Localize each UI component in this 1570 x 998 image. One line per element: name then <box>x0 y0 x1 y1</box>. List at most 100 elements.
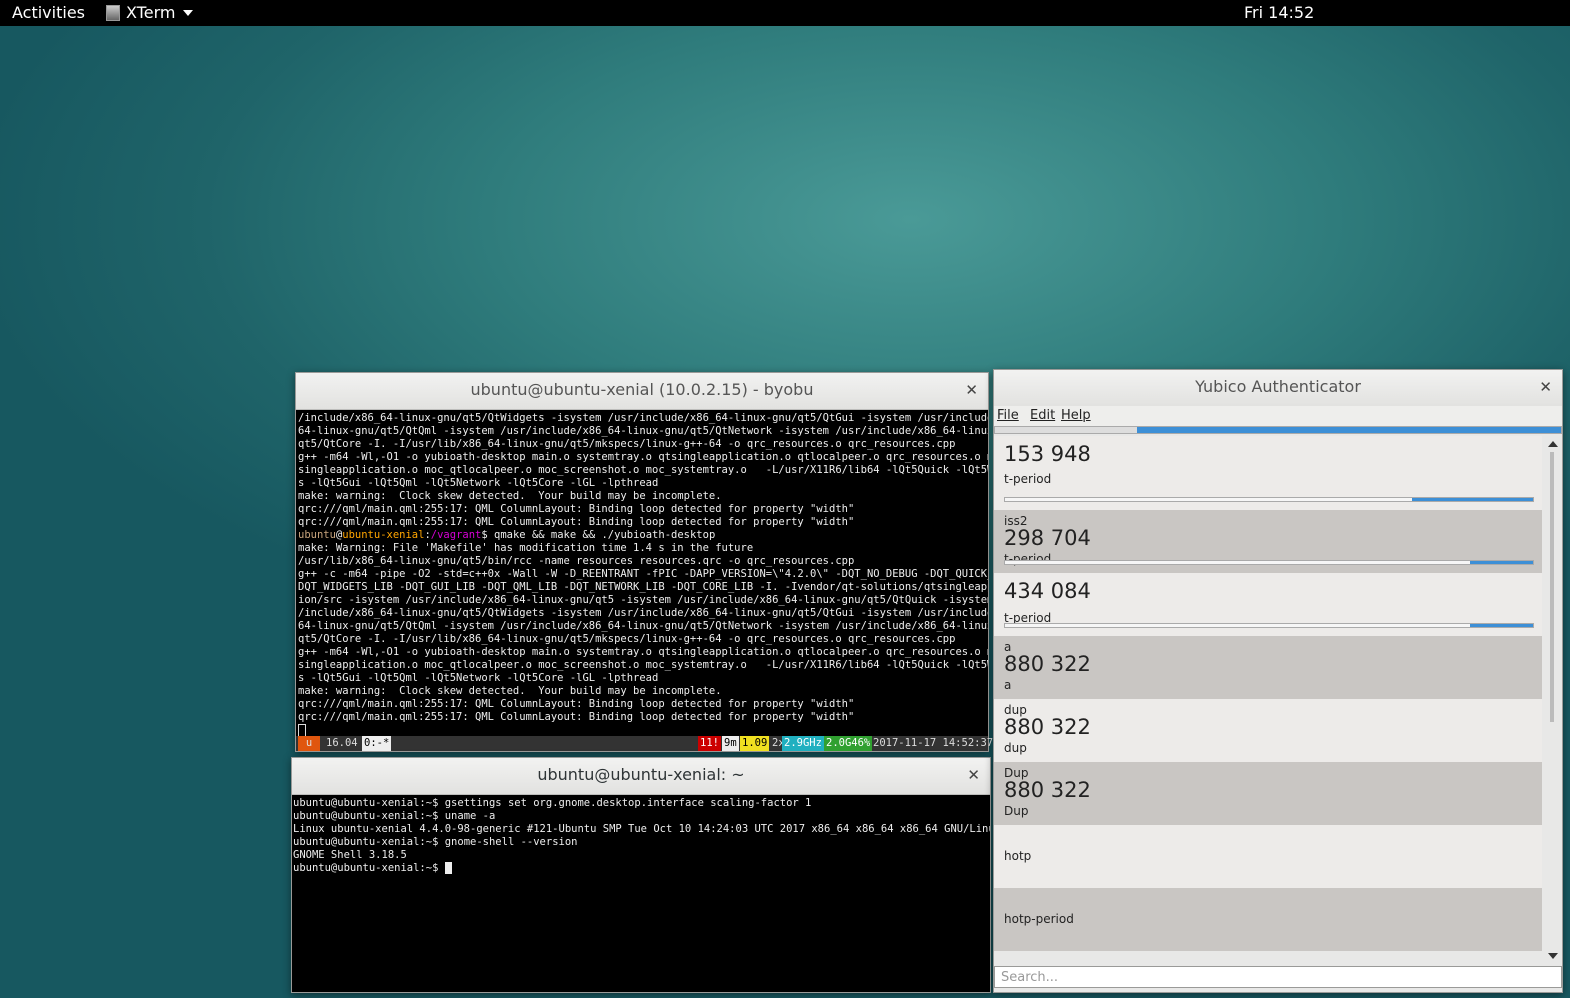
progress-fill <box>1469 561 1533 564</box>
clock[interactable]: Fri 14:52 <box>1244 3 1314 22</box>
credential-timer-progress <box>1004 497 1534 502</box>
terminal-line: singleapplication.o moc_qtlocalpeer.o mo… <box>298 464 988 476</box>
credential-item[interactable]: a 880 322 a <box>994 636 1542 699</box>
scroll-down-icon[interactable] <box>1548 953 1558 959</box>
status-cpu-freq: 2.9GHz <box>782 736 824 751</box>
chevron-down-icon <box>183 9 194 16</box>
terminal-line: DQT_WIDGETS_LIB -DQT_GUI_LIB -DQT_QML_LI… <box>298 581 988 593</box>
credential-code: 880 322 <box>1004 778 1091 802</box>
terminal-line: /include/x86_64-linux-gnu/qt5/QtWidgets … <box>298 607 988 619</box>
activities-button[interactable]: Activities <box>12 3 85 22</box>
terminal-line: Linux ubuntu-xenial 4.4.0-98-generic #12… <box>293 823 990 836</box>
status-memory: 9m <box>722 736 739 751</box>
terminal-line: ubuntu@ubuntu-xenial:~$ gsettings set or… <box>293 797 990 810</box>
terminal-output[interactable]: /include/x86_64-linux-gnu/qt5/QtWidgets … <box>296 410 988 739</box>
output: GNOME Shell 3.18.5 <box>293 849 407 861</box>
prompt: ubuntu@ubuntu-xenial:~$ <box>293 797 439 809</box>
terminal-line: make: warning: Clock skew detected. Your… <box>298 490 722 502</box>
window-titlebar[interactable]: ubuntu@ubuntu-xenial (10.0.2.15) - byobu… <box>296 373 988 410</box>
menu-file[interactable]: File <box>997 408 1019 423</box>
terminal-line: ubuntu@ubuntu-xenial:/vagrant$ qmake && … <box>298 529 988 542</box>
terminal-line: s -lQt5Gui -lQt5Qml -lQt5Network -lQt5Co… <box>298 672 659 684</box>
progress-fill <box>1411 498 1533 501</box>
home-terminal-window[interactable]: ubuntu@ubuntu-xenial: ~ ✕ ubuntu@ubuntu-… <box>291 757 991 993</box>
credential-timer-progress <box>1004 560 1534 565</box>
credential-item[interactable]: Dup 880 322 Dup <box>994 762 1542 825</box>
terminal-line: qrc:///qml/main.qml:255:17: QML ColumnLa… <box>298 516 855 528</box>
terminal-line: s -lQt5Gui -lQt5Qml -lQt5Network -lQt5Co… <box>298 477 659 489</box>
output: Linux ubuntu-xenial 4.4.0-98-generic #12… <box>293 823 990 835</box>
credential-item[interactable]: hotp <box>994 825 1542 888</box>
terminal-line: 64-linux-gnu/qt5/QtQml -isystem /usr/inc… <box>298 425 988 437</box>
menu-help[interactable]: Help <box>1061 408 1091 423</box>
top-bar: Activities XTerm Fri 14:52 <box>0 0 1570 26</box>
terminal-line: qrc:///qml/main.qml:255:17: QML ColumnLa… <box>298 698 855 710</box>
yubico-authenticator-window[interactable]: Yubico Authenticator ✕ File Edit Help 15… <box>993 369 1563 993</box>
close-icon[interactable]: ✕ <box>965 373 978 407</box>
credential-item[interactable]: dup 880 322 dup <box>994 699 1542 762</box>
terminal-line: qrc:///qml/main.qml:255:17: QML ColumnLa… <box>298 711 855 723</box>
prompt: ubuntu@ubuntu-xenial:~$ <box>293 810 439 822</box>
credential-item[interactable]: hotp-period <box>994 888 1542 951</box>
status-load: 1.09 <box>740 736 770 751</box>
terminal-line: ubuntu@ubuntu-xenial:~$ gnome-shell --ve… <box>293 836 990 849</box>
window-titlebar[interactable]: ubuntu@ubuntu-xenial: ~ ✕ <box>292 758 990 795</box>
terminal-line: /include/x86_64-linux-gnu/qt5/QtWidgets … <box>298 412 988 424</box>
credential-name: Dup <box>1004 804 1029 818</box>
terminal-line: make: warning: Clock skew detected. Your… <box>298 685 722 697</box>
terminal-line: singleapplication.o moc_qtlocalpeer.o mo… <box>298 659 988 671</box>
terminal-line: 64-linux-gnu/qt5/QtQml -isystem /usr/inc… <box>298 620 988 632</box>
terminal-output[interactable]: ubuntu@ubuntu-xenial:~$ gsettings set or… <box>292 795 990 992</box>
prompt-path: /vagrant <box>430 529 482 541</box>
progress-fill <box>1136 427 1561 433</box>
search-input[interactable] <box>999 969 1561 986</box>
terminal-line: ion/src -isystem /usr/include/x86_64-lin… <box>298 594 988 606</box>
menu-bar: File Edit Help <box>994 406 1562 426</box>
global-timer-progress <box>994 426 1562 434</box>
prompt: ubuntu@ubuntu-xenial:~$ <box>293 836 439 848</box>
terminal-cursor <box>444 862 452 874</box>
credential-name: hotp-period <box>1004 912 1074 926</box>
terminal-line: /usr/lib/x86_64-linux-gnu/qt5/bin/rcc -n… <box>298 555 855 567</box>
credential-code: 153 948 <box>1004 442 1091 466</box>
credential-code: 298 704 <box>1004 526 1091 550</box>
window-title: ubuntu@ubuntu-xenial (10.0.2.15) - byobu <box>470 380 814 399</box>
credential-code: 880 322 <box>1004 715 1091 739</box>
status-release: 16.04 <box>326 737 358 749</box>
close-icon[interactable]: ✕ <box>967 758 980 792</box>
terminal-line: ubuntu@ubuntu-xenial:~$ <box>293 862 990 875</box>
window-titlebar[interactable]: Yubico Authenticator ✕ <box>994 370 1562 407</box>
credential-code: 434 084 <box>1004 579 1091 603</box>
window-title: Yubico Authenticator <box>1195 377 1361 396</box>
close-icon[interactable]: ✕ <box>1539 370 1552 404</box>
credential-item[interactable]: iss2 298 704 t-period <box>994 510 1542 573</box>
command: gsettings set org.gnome.desktop.interfac… <box>438 797 812 809</box>
xterm-app-icon <box>106 4 120 21</box>
scroll-thumb[interactable] <box>1550 452 1554 722</box>
scroll-up-icon[interactable] <box>1548 441 1558 447</box>
prompt-command: qmake && make && ./yubioath-desktop <box>487 529 716 541</box>
window-title: ubuntu@ubuntu-xenial: ~ <box>537 765 745 784</box>
menu-edit[interactable]: Edit <box>1030 408 1055 423</box>
credential-timer-progress <box>1004 623 1534 628</box>
terminal-line: GNOME Shell 3.18.5 <box>293 849 990 862</box>
app-menu[interactable]: XTerm <box>106 3 194 22</box>
status-updates: 11! <box>698 736 721 751</box>
status-mem-usage: 2.0G46% <box>824 736 873 751</box>
progress-fill <box>1469 624 1533 627</box>
terminal-line: qt5/QtCore -I. -I/usr/lib/x86_64-linux-g… <box>298 438 956 450</box>
terminal-line: qrc:///qml/main.qml:255:17: QML ColumnLa… <box>298 503 855 515</box>
credential-item[interactable]: 153 948 t-period <box>994 436 1542 510</box>
command: uname -a <box>438 810 496 822</box>
credential-list[interactable]: 153 948 t-period iss2 298 704 t-period 434 08… <box>994 436 1542 964</box>
status-window-tab[interactable]: 0:-* <box>362 736 392 751</box>
credential-item[interactable]: 434 084 t-period <box>994 573 1542 636</box>
terminal-line: g++ -m64 -Wl,-O1 -o yubioath-desktop mai… <box>298 451 988 463</box>
byobu-terminal-window[interactable]: ubuntu@ubuntu-xenial (10.0.2.15) - byobu… <box>295 372 993 752</box>
search-box[interactable] <box>994 966 1562 988</box>
byobu-status-bar: u 16.04 0:-* 11! 9m 1.09 2x 2.9GHz 2.0G4… <box>296 736 993 751</box>
credential-name: a <box>1004 678 1012 692</box>
credential-code: 880 322 <box>1004 652 1091 676</box>
vertical-scrollbar[interactable] <box>1542 436 1562 964</box>
status-datetime: 2017-11-17 14:52:37 <box>873 737 994 749</box>
